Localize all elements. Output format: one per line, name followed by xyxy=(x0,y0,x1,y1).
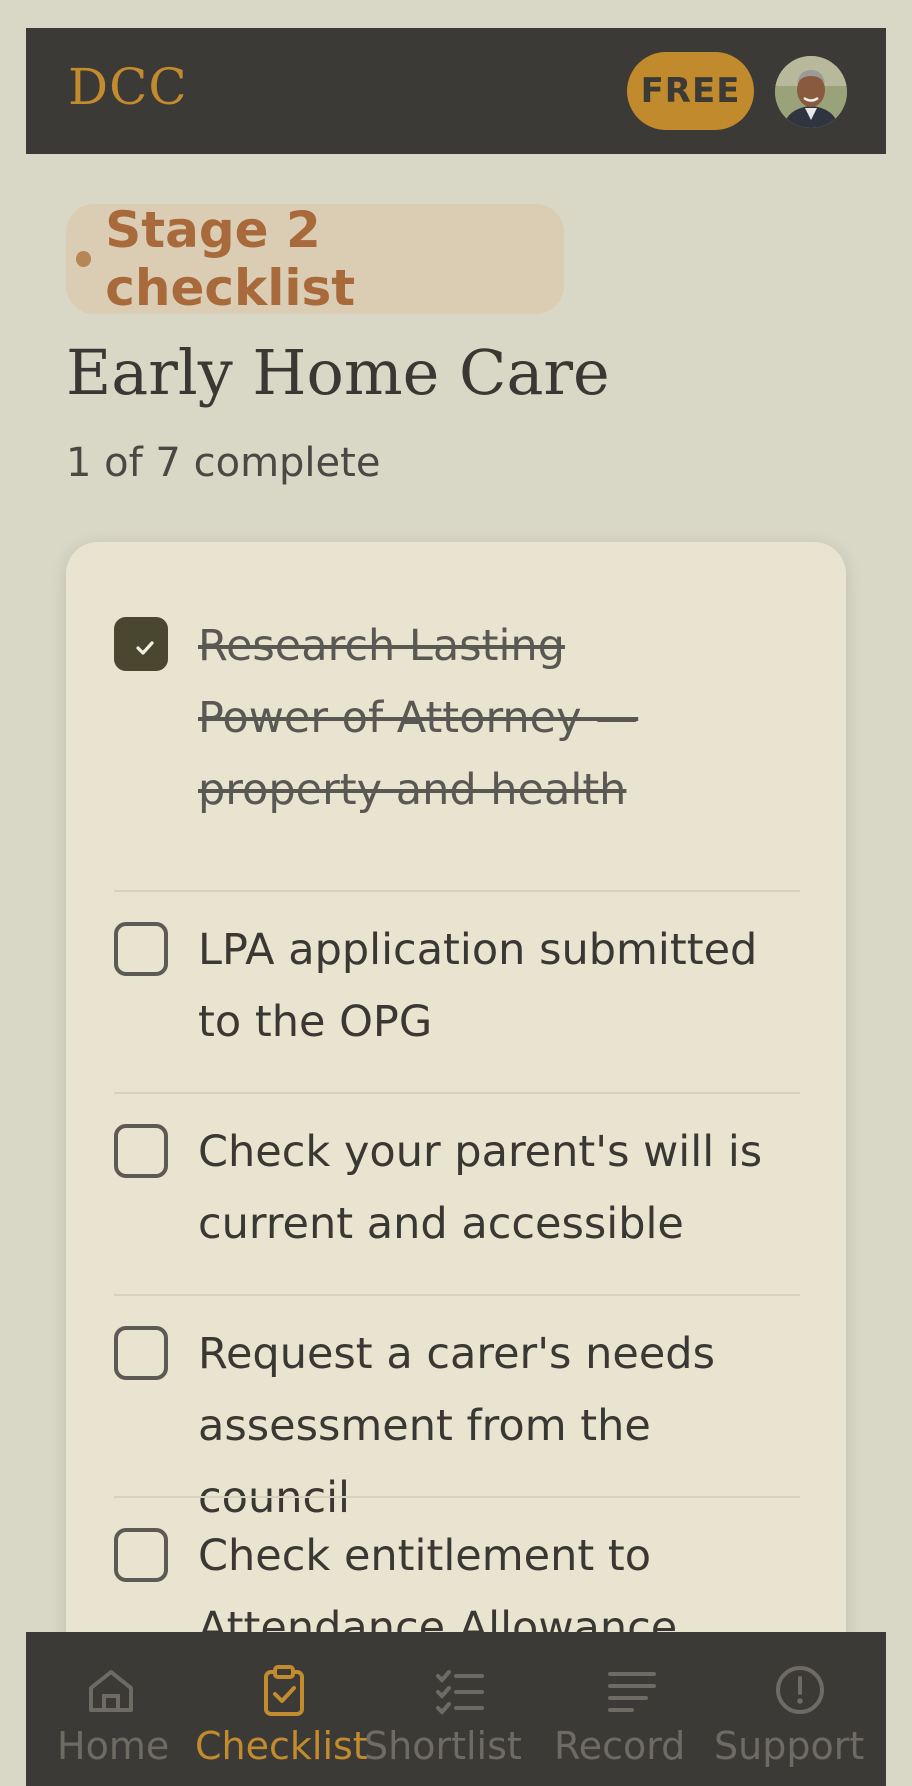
progress-text: 1 of 7 complete xyxy=(66,440,381,486)
nav-item-shortlist[interactable]: Shortlist xyxy=(364,1632,548,1786)
checkbox[interactable] xyxy=(114,1528,168,1582)
nav-item-record[interactable]: Record xyxy=(548,1632,716,1786)
nav-label-support: Support xyxy=(714,1724,865,1768)
nav-item-checklist[interactable]: Checklist xyxy=(195,1632,372,1786)
checklist-item-text: LPA application submitted to the OPG xyxy=(198,925,758,1047)
checkbox[interactable] xyxy=(114,1124,168,1178)
checklist-item[interactable]: LPA application submitted to the OPG xyxy=(114,890,800,1092)
checklist-item-text: Check your parent's will is current and … xyxy=(198,1127,763,1249)
plan-badge[interactable]: FREE xyxy=(627,52,754,130)
page-title: Early Home Care xyxy=(66,336,610,409)
checkbox-checked[interactable] xyxy=(114,617,168,671)
stage-badge: Stage 2 checklist xyxy=(66,201,564,317)
checkbox[interactable] xyxy=(114,922,168,976)
nav-label-shortlist: Shortlist xyxy=(364,1724,522,1768)
alert-circle-icon xyxy=(776,1666,824,1714)
checklist-item[interactable]: Request a carer's needs assessment from … xyxy=(114,1294,800,1523)
stage-label: Stage 2 checklist xyxy=(105,201,356,317)
nav-label-record: Record xyxy=(554,1724,686,1768)
checklist-item[interactable]: Research Lasting Power of Attorney — pro… xyxy=(114,610,800,820)
checkbox[interactable] xyxy=(114,1326,168,1380)
checklist-item[interactable]: Check your parent's will is current and … xyxy=(114,1092,800,1294)
app-screen: DCC FREE Stage 2 checklist Early Home Ca… xyxy=(26,28,886,1786)
top-header: DCC FREE xyxy=(26,28,886,154)
avatar[interactable] xyxy=(775,56,847,128)
checklist-card: Research Lasting Power of Attorney — pro… xyxy=(66,542,846,1786)
nav-label-checklist: Checklist xyxy=(195,1724,368,1768)
stage-dot-icon xyxy=(76,251,92,267)
nav-item-home[interactable]: Home xyxy=(26,1632,196,1786)
clipboard-check-icon xyxy=(264,1665,304,1716)
lines-icon xyxy=(608,1672,656,1712)
avatar-photo-icon xyxy=(775,56,847,128)
nav-item-support[interactable]: Support xyxy=(714,1632,886,1786)
bottom-nav: Home Checklist Shortlist Record Support xyxy=(26,1632,886,1786)
nav-label-home: Home xyxy=(57,1724,170,1768)
list-check-icon xyxy=(436,1670,484,1715)
app-logo[interactable]: DCC xyxy=(68,58,188,116)
checklist-item-text: Research Lasting Power of Attorney — pro… xyxy=(198,621,639,815)
home-icon xyxy=(89,1670,133,1712)
check-icon xyxy=(136,641,154,655)
